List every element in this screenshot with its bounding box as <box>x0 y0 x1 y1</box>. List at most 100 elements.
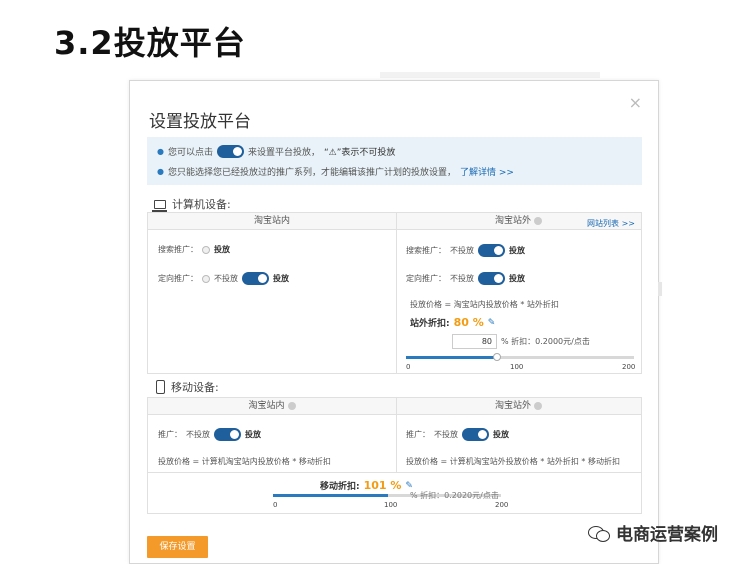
row-off: 不投放 <box>450 274 474 283</box>
dialog-title: 设置投放平台 <box>149 112 251 132</box>
mobile-col-onsite-label: 淘宝站内 <box>248 401 285 411</box>
mobile-tick-100: 100 <box>384 501 398 509</box>
mobile-col-onsite: 淘宝站内 <box>148 398 396 415</box>
mobile-col-divider <box>396 398 397 472</box>
pc-discount-hint: % 折扣：0.2000元/点击 <box>501 337 590 346</box>
scrollbar[interactable] <box>658 282 662 296</box>
mobile-discount-label: 移动折扣: <box>320 482 360 492</box>
help-icon[interactable] <box>287 401 296 410</box>
pc-price-formula: 投放价格 = 淘宝站内投放价格 * 站外折扣 <box>410 299 559 310</box>
mobile-offsite-formula: 投放价格 = 计算机淘宝站外投放价格 * 站外折扣 * 移动折扣 <box>406 456 620 467</box>
wechat-icon <box>588 524 610 542</box>
notice-warn-text: “⚠”表示不可投放 <box>324 148 396 158</box>
pc-discount-row: 站外折扣: 80 % ✎ <box>410 316 495 329</box>
edit-pencil-icon[interactable]: ✎ <box>405 481 413 491</box>
pc-onsite-target-row: 定向推广： 不投放 投放 <box>158 272 289 285</box>
notice-line-1: ● 您可以点击 来设置平台投放， “⚠”表示不可投放 <box>157 145 395 158</box>
slider-fill <box>273 494 389 497</box>
row-off: 不投放 <box>214 274 238 283</box>
row-label: 推广： <box>158 430 182 439</box>
pc-heading-text: 计算机设备: <box>172 198 231 211</box>
mobile-discount-value: 101 % <box>363 479 402 492</box>
pc-col-offsite-label: 淘宝站外 <box>494 216 531 226</box>
close-icon[interactable]: × <box>629 93 642 112</box>
mobile-onsite-formula: 投放价格 = 计算机淘宝站内投放价格 * 移动折扣 <box>158 456 331 467</box>
pc-section-heading: 计算机设备: <box>152 196 231 212</box>
mobile-discount-row: 移动折扣: 101 % ✎ <box>320 479 413 492</box>
pc-discount-value: 80 % <box>453 316 484 329</box>
row-state: 投放 <box>214 245 230 254</box>
help-icon[interactable] <box>534 216 542 225</box>
mobile-onsite-formula-text: 投放价格 = 计算机淘宝站内投放价格 * 移动折扣 <box>158 457 331 466</box>
mobile-onsite-row: 推广： 不投放 投放 <box>158 428 261 441</box>
pc-discount-label: 站外折扣: <box>410 319 450 329</box>
radio-icon[interactable] <box>202 274 210 283</box>
computer-icon <box>152 199 167 212</box>
pc-col-onsite-label: 淘宝站内 <box>253 216 290 226</box>
notice-box: ● 您可以点击 来设置平台投放， “⚠”表示不可投放 ● 您只能选择您已经投放过… <box>147 137 642 185</box>
edit-pencil-icon[interactable]: ✎ <box>488 318 496 328</box>
pc-price-formula-text: 投放价格 = 淘宝站内投放价格 * 站外折扣 <box>410 300 559 309</box>
row-state: 投放 <box>245 430 261 439</box>
row-state: 投放 <box>509 274 525 283</box>
pc-offsite-target-row: 定向推广： 不投放 投放 <box>406 272 525 285</box>
pc-onsite-target-toggle[interactable] <box>242 272 269 285</box>
watermark-text: 电商运营案例 <box>616 525 718 545</box>
learn-more-link[interactable]: 了解详情 >> <box>460 165 514 178</box>
row-label: 定向推广： <box>406 274 446 283</box>
toggle-sample-icon <box>217 145 244 158</box>
row-off: 不投放 <box>450 246 474 255</box>
mobile-tick-200: 200 <box>495 501 509 509</box>
mobile-offsite-formula-text: 投放价格 = 计算机淘宝站外投放价格 * 站外折扣 * 移动折扣 <box>406 457 620 466</box>
slide-title: 3.2投放平台 <box>54 24 246 62</box>
pc-offsite-search-row: 搜索推广： 不投放 投放 <box>406 244 525 257</box>
pc-offsite-target-toggle[interactable] <box>478 272 505 285</box>
row-off: 不投放 <box>186 430 210 439</box>
pc-tick-0: 0 <box>406 363 411 371</box>
site-list-link[interactable]: 网站列表 >> <box>587 218 635 229</box>
pc-discount-slider[interactable] <box>406 353 634 361</box>
mobile-col-offsite: 淘宝站外 <box>396 398 641 415</box>
row-state: 投放 <box>493 430 509 439</box>
mobile-divider <box>148 472 641 473</box>
mobile-discount-hint: % 折扣：0.2020元/点击 <box>410 491 499 500</box>
mobile-col-offsite-label: 淘宝站外 <box>494 401 531 411</box>
mobile-onsite-toggle[interactable] <box>214 428 241 441</box>
slider-thumb[interactable] <box>493 353 502 361</box>
notice-line-1-prefix: 您可以点击 <box>167 148 213 158</box>
row-state: 投放 <box>273 274 289 283</box>
bullet-icon: ● <box>157 147 164 156</box>
help-icon[interactable] <box>534 401 542 410</box>
notice-line-2-text: 您只能选择您已经投放过的推广系列，才能编辑该推广计划的投放设置， <box>167 168 456 178</box>
platform-settings-dialog: 设置投放平台 × ● 您可以点击 来设置平台投放， “⚠”表示不可投放 ● 您只… <box>129 80 659 564</box>
mobile-phone-icon <box>156 380 165 394</box>
pc-col-onsite: 淘宝站内 <box>148 213 396 230</box>
row-label: 搜索推广： <box>406 246 446 255</box>
notice-line-1-mid: 来设置平台投放， <box>248 148 321 158</box>
decorative-band <box>380 72 600 78</box>
row-label: 搜索推广： <box>158 245 198 254</box>
mobile-offsite-row: 推广： 不投放 投放 <box>406 428 509 441</box>
pc-col-divider <box>396 213 397 373</box>
save-settings-button[interactable]: 保存设置 <box>147 536 208 558</box>
pc-onsite-search-row: 搜索推广： 投放 <box>158 244 230 255</box>
mobile-heading-text: 移动设备: <box>171 381 219 394</box>
row-label: 定向推广： <box>158 274 198 283</box>
mobile-section-heading: 移动设备: <box>156 379 219 395</box>
slide: 3.2投放平台 设置投放平台 × ● 您可以点击 来设置平台投放， “⚠”表示不… <box>0 0 746 564</box>
pc-offsite-search-toggle[interactable] <box>478 244 505 257</box>
row-off: 不投放 <box>434 430 458 439</box>
slider-fill <box>406 356 498 359</box>
mobile-offsite-toggle[interactable] <box>462 428 489 441</box>
pc-discount-input[interactable]: 80 <box>452 334 497 349</box>
pc-tick-200: 200 <box>622 363 636 371</box>
mobile-panel: 淘宝站内 淘宝站外 推广： 不投放 投放 推广： 不投放 投放 投放价格 = 计… <box>147 397 642 514</box>
notice-line-2: ● 您只能选择您已经投放过的推广系列，才能编辑该推广计划的投放设置， 了解详情 … <box>157 165 514 178</box>
pc-discount-input-row: 80 % 折扣：0.2000元/点击 <box>452 334 590 349</box>
watermark: 电商运营案例 <box>588 520 718 545</box>
row-label: 推广： <box>406 430 430 439</box>
mobile-tick-0: 0 <box>273 501 278 509</box>
pc-panel: 淘宝站内 淘宝站外 网站列表 >> 搜索推广： 投放 定向推广： 不投放 投放 … <box>147 212 642 374</box>
pc-tick-100: 100 <box>510 363 524 371</box>
radio-icon[interactable] <box>202 245 210 254</box>
